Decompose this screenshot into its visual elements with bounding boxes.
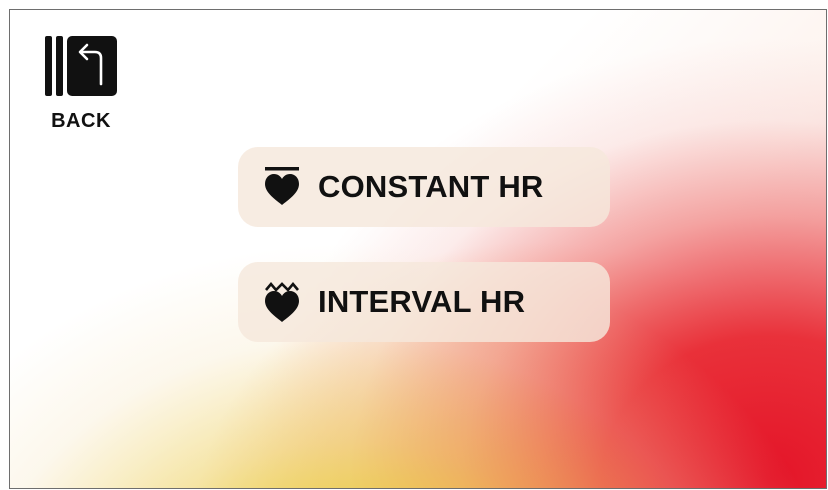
back-button[interactable]: BACK: [40, 34, 122, 133]
interval-heart-rate-icon: [262, 280, 302, 324]
constant-heart-rate-icon: [262, 165, 302, 209]
interval-hr-label: INTERVAL HR: [318, 284, 526, 319]
background-gradient: [10, 10, 826, 488]
back-arrow-icon: [40, 34, 122, 98]
constant-hr-label: CONSTANT HR: [318, 169, 544, 204]
back-label: BACK: [51, 110, 111, 132]
constant-hr-button[interactable]: CONSTANT HR: [238, 147, 610, 227]
screen: BACK CONSTANT HR INTERVAL HR: [9, 9, 827, 489]
interval-hr-button[interactable]: INTERVAL HR: [238, 262, 610, 342]
